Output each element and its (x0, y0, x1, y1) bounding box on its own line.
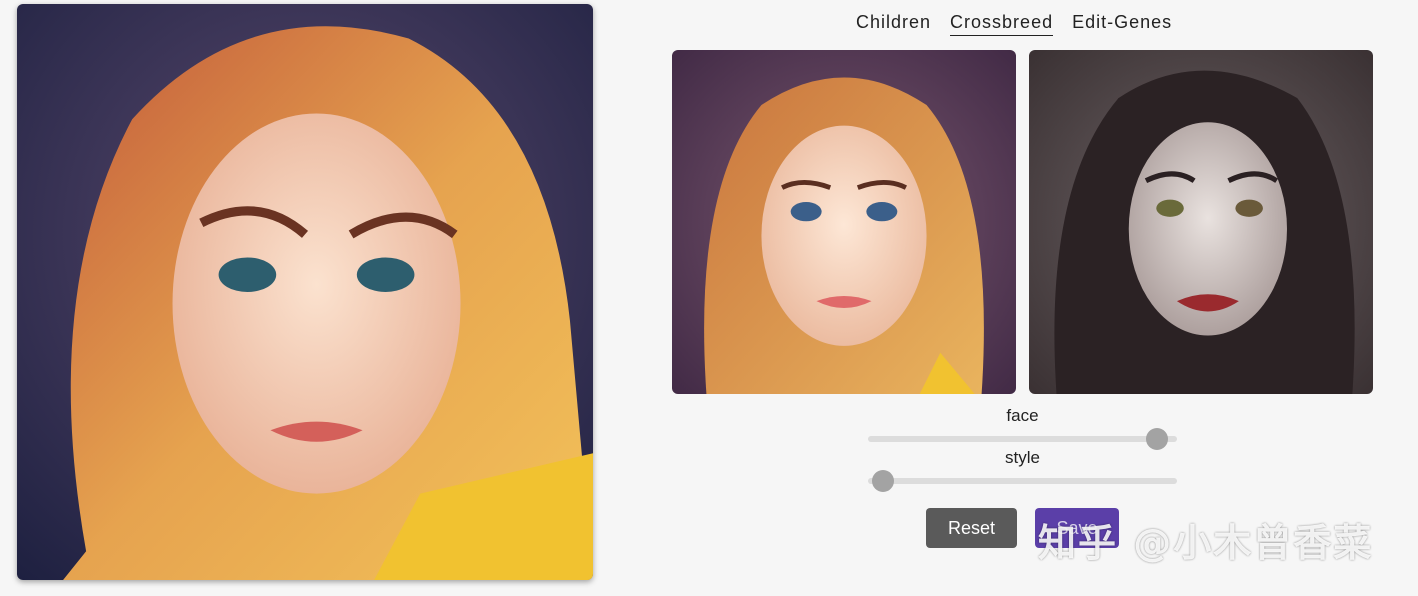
tab-edit-genes[interactable]: Edit-Genes (1072, 12, 1172, 35)
face-slider[interactable] (868, 428, 1177, 450)
crossbreed-app: Children Crossbreed Edit-Genes face styl… (0, 0, 1418, 596)
style-slider-label: style (1005, 448, 1040, 467)
save-button[interactable]: Save (1035, 508, 1119, 548)
style-slider[interactable] (868, 470, 1177, 492)
tab-children[interactable]: Children (856, 12, 931, 35)
reset-button[interactable]: Reset (926, 508, 1017, 548)
face-slider-label: face (1006, 406, 1039, 425)
style-slider-thumb[interactable] (872, 470, 895, 492)
parent-b-portrait-image[interactable] (1029, 50, 1373, 394)
tab-crossbreed[interactable]: Crossbreed (950, 12, 1054, 36)
face-slider-thumb[interactable] (1145, 428, 1168, 450)
child-portrait-image (17, 4, 593, 580)
mode-tabs: Children Crossbreed Edit-Genes (856, 12, 1172, 36)
parent-a-portrait-image[interactable] (672, 50, 1016, 394)
